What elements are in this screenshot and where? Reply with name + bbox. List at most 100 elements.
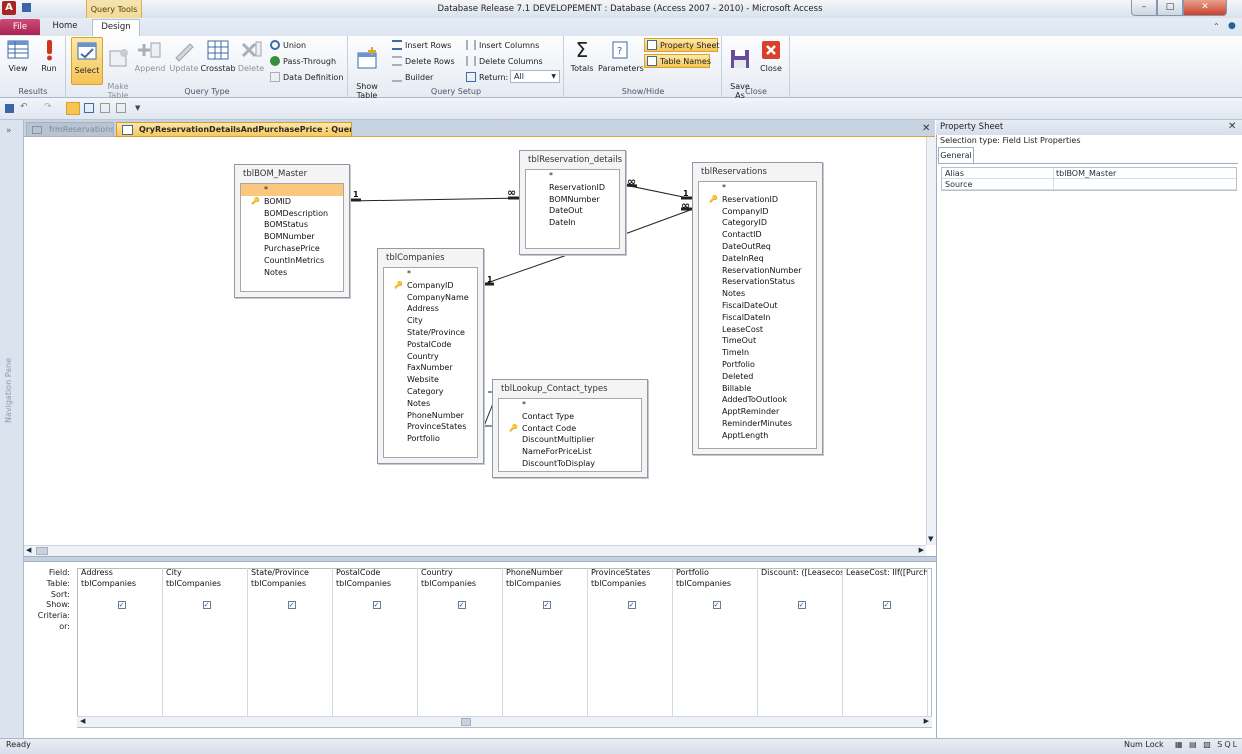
- field-list-tblreservations[interactable]: tblReservations * 🔑 ReservationID CompanyID…: [692, 162, 823, 455]
- field-list-tblcompanies[interactable]: tblCompanies * 🔑 CompanyID CompanyName Addre…: [377, 248, 484, 464]
- show-checkbox[interactable]: ✓: [797, 601, 806, 610]
- field-item[interactable]: ContactID: [699, 229, 816, 241]
- grid-cell-sort[interactable]: [78, 590, 162, 601]
- field-item[interactable]: TimeIn: [699, 347, 816, 359]
- scroll-right-arrow-icon[interactable]: ▶: [924, 717, 929, 725]
- grid-column[interactable]: Address tblCompanies ✓: [78, 568, 163, 718]
- grid-cell-or[interactable]: [588, 622, 672, 633]
- grid-cell-field[interactable]: Portfolio: [673, 568, 757, 579]
- field-item[interactable]: CategoryID: [699, 217, 816, 229]
- field-item[interactable]: Address: [384, 303, 477, 315]
- grid-cell-empty[interactable]: [418, 687, 502, 698]
- grid-cell-empty[interactable]: [758, 654, 842, 665]
- field-item[interactable]: AddedToOutlook: [699, 394, 816, 406]
- grid-cell-empty[interactable]: [758, 665, 842, 676]
- field-item[interactable]: Category: [384, 386, 477, 398]
- grid-cell-empty[interactable]: [163, 633, 247, 644]
- grid-cell-criteria[interactable]: [248, 611, 332, 622]
- field-item[interactable]: Notes: [241, 267, 343, 279]
- field-item[interactable]: Deleted: [699, 371, 816, 383]
- field-item[interactable]: Country: [384, 351, 477, 363]
- grid-cell-empty[interactable]: [78, 644, 162, 655]
- grid-cell-sort[interactable]: [503, 590, 587, 601]
- grid-cell-criteria[interactable]: [673, 611, 757, 622]
- grid-cell-empty[interactable]: [418, 633, 502, 644]
- field-item[interactable]: BOMNumber: [526, 194, 619, 206]
- grid-cell-table[interactable]: tblCompanies: [673, 579, 757, 590]
- field-item[interactable]: 🔑 ReservationID: [699, 194, 816, 206]
- property-value[interactable]: tblBOM_Master: [1056, 168, 1116, 179]
- grid-cell-or[interactable]: [418, 622, 502, 633]
- grid-cell-criteria[interactable]: [843, 611, 927, 622]
- show-checkbox[interactable]: ✓: [202, 601, 211, 610]
- grid-cell-empty[interactable]: [503, 654, 587, 665]
- grid-cell-empty[interactable]: [758, 698, 842, 709]
- grid-cell-empty[interactable]: [78, 676, 162, 687]
- grid-cell-field[interactable]: Discount: ([Leasecost]: [758, 568, 842, 579]
- grid-cell-empty[interactable]: [248, 665, 332, 676]
- relationship-line-bom-details[interactable]: [348, 197, 521, 202]
- field-list-title[interactable]: tblReservation_details: [520, 151, 625, 169]
- field-item[interactable]: DiscountMultiplier: [499, 434, 641, 446]
- grid-cell-empty[interactable]: [588, 654, 672, 665]
- grid-cell-show[interactable]: ✓: [248, 600, 332, 611]
- grid-cell-show[interactable]: ✓: [163, 600, 247, 611]
- grid-cell-empty[interactable]: [588, 676, 672, 687]
- grid-cell-empty[interactable]: [673, 698, 757, 709]
- grid-column[interactable]: ProvinceStates tblCompanies ✓: [588, 568, 673, 718]
- grid-cell-criteria[interactable]: [758, 611, 842, 622]
- grid-cell-show[interactable]: ✓: [843, 600, 927, 611]
- field-all-columns[interactable]: *: [241, 184, 343, 196]
- field-item[interactable]: FaxNumber: [384, 362, 477, 374]
- grid-cell-table[interactable]: tblCompanies: [78, 579, 162, 590]
- grid-column[interactable]: State/Province tblCompanies ✓: [248, 568, 333, 718]
- field-list-title[interactable]: tblLookup_Contact_types: [493, 380, 647, 398]
- grid-cell-empty[interactable]: [333, 654, 417, 665]
- grid-cell-field[interactable]: State/Province: [248, 568, 332, 579]
- grid-cell-empty[interactable]: [78, 633, 162, 644]
- show-checkbox[interactable]: ✓: [372, 601, 381, 610]
- grid-cell-empty[interactable]: [758, 676, 842, 687]
- field-item[interactable]: ProvinceStates: [384, 421, 477, 433]
- grid-cell-empty[interactable]: [843, 665, 927, 676]
- grid-cell-sort[interactable]: [418, 590, 502, 601]
- grid-cell-empty[interactable]: [333, 644, 417, 655]
- grid-cell-empty[interactable]: [843, 644, 927, 655]
- grid-cell-table[interactable]: tblCompanies: [248, 579, 332, 590]
- scroll-left-arrow-icon[interactable]: ◀: [80, 717, 85, 725]
- grid-cell-empty[interactable]: [78, 654, 162, 665]
- grid-cell-empty[interactable]: [673, 665, 757, 676]
- grid-cell-field[interactable]: Country: [418, 568, 502, 579]
- grid-cell-show[interactable]: ✓: [673, 600, 757, 611]
- grid-cell-table[interactable]: tblCompanies: [588, 579, 672, 590]
- grid-cell-empty[interactable]: [163, 676, 247, 687]
- grid-cell-sort[interactable]: [333, 590, 417, 601]
- grid-cell-empty[interactable]: [503, 633, 587, 644]
- grid-cell-empty[interactable]: [163, 665, 247, 676]
- grid-cell-empty[interactable]: [588, 644, 672, 655]
- show-checkbox[interactable]: ✓: [712, 601, 721, 610]
- grid-cell-field[interactable]: PostalCode: [333, 568, 417, 579]
- field-item[interactable]: Portfolio: [699, 359, 816, 371]
- grid-cell-empty[interactable]: [843, 676, 927, 687]
- grid-cell-empty[interactable]: [588, 687, 672, 698]
- grid-cell-empty[interactable]: [503, 644, 587, 655]
- grid-cell-sort[interactable]: [673, 590, 757, 601]
- field-item[interactable]: CompanyName: [384, 292, 477, 304]
- grid-cell-table[interactable]: tblCompanies: [418, 579, 502, 590]
- field-item[interactable]: FiscalDateIn: [699, 312, 816, 324]
- field-item[interactable]: City: [384, 315, 477, 327]
- canvas-horizontal-scrollbar[interactable]: ◀ ▶: [24, 545, 926, 556]
- grid-cell-empty[interactable]: [588, 633, 672, 644]
- grid-cell-empty[interactable]: [673, 654, 757, 665]
- scroll-thumb[interactable]: [461, 718, 471, 726]
- grid-column[interactable]: LeaseCost: IIf([Purcha: ✓: [843, 568, 928, 718]
- grid-cell-empty[interactable]: [333, 687, 417, 698]
- grid-column[interactable]: Country tblCompanies ✓: [418, 568, 503, 718]
- grid-cell-empty[interactable]: [673, 687, 757, 698]
- grid-cell-show[interactable]: ✓: [503, 600, 587, 611]
- grid-cell-empty[interactable]: [248, 654, 332, 665]
- grid-cell-field[interactable]: LeaseCost: IIf([Purcha:: [843, 568, 927, 579]
- relationship-line-companies-reservations[interactable]: [624, 208, 694, 235]
- field-item[interactable]: PurchasePrice: [241, 243, 343, 255]
